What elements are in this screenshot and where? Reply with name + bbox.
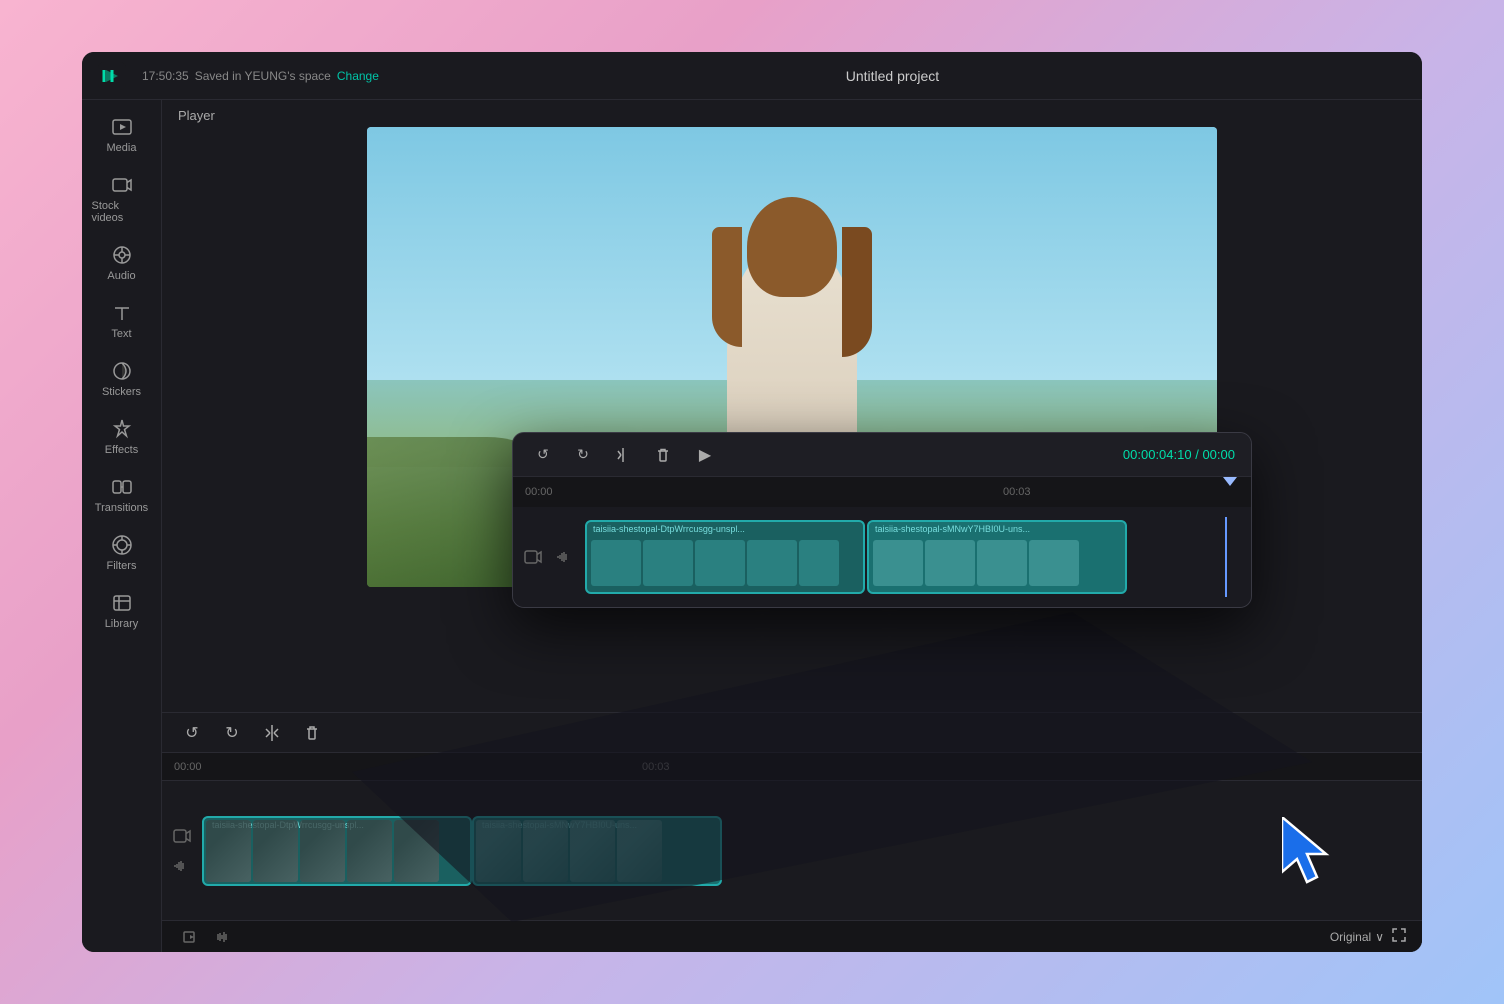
sidebar-item-audio[interactable]: Audio: [88, 236, 156, 290]
popup-play-button[interactable]: ▶: [689, 439, 721, 471]
popup-ruler-mark1: 00:00: [525, 486, 553, 498]
clip-1-thumbnails: [204, 818, 441, 884]
sidebar-item-stickers[interactable]: Stickers: [88, 352, 156, 406]
sidebar-label-stickers: Stickers: [102, 386, 141, 398]
popup-current-time: 00:00:04:10: [1123, 447, 1192, 462]
player-section: Player: [162, 100, 1422, 712]
sidebar-item-filters[interactable]: Filters: [88, 526, 156, 580]
popup-playhead-top: [1223, 477, 1237, 486]
stickers-icon: [111, 360, 133, 382]
filters-icon: [111, 534, 133, 556]
track-controls: [170, 824, 194, 878]
popup-undo-button[interactable]: ↺: [529, 441, 557, 469]
sidebar-item-text[interactable]: Text: [88, 294, 156, 348]
app-window: 17:50:35 Saved in YEUNG's space Change U…: [82, 52, 1422, 952]
zoom-popup: ↺ ↻ ▶ 00:00:04:10 / 00:00: [512, 432, 1252, 608]
popup-clip2-label: taisiia-shestopal-sMNwY7HBI0U-uns...: [869, 522, 1125, 536]
popup-clip1-label: taisiia-shestopal-DtpWrrcusgg-unspl...: [587, 522, 847, 536]
track-video-icon: [170, 824, 194, 848]
audio-icon: [111, 244, 133, 266]
top-bar: 17:50:35 Saved in YEUNG's space Change U…: [82, 52, 1422, 100]
fullscreen-button[interactable]: [1392, 928, 1406, 945]
bottom-bar-btn-2[interactable]: [210, 925, 234, 949]
popup-clip-2[interactable]: taisiia-shestopal-sMNwY7HBI0U-uns...: [867, 520, 1127, 594]
timeline-ruler: 00:00 00:03: [162, 753, 1422, 781]
cursor-arrow: [1282, 817, 1342, 892]
save-status: 17:50:35 Saved in YEUNG's space Change: [142, 69, 379, 83]
ruler-mark-1: 00:00: [174, 761, 202, 773]
track-clip-2[interactable]: taisiia-shestopal-sMNwY7HBI0U-uns...: [472, 816, 722, 886]
track-area: taisiia-shestopal-DtpWrrcusgg-unspl...: [202, 811, 1414, 891]
popup-track-audio-icon[interactable]: [553, 545, 577, 569]
timestamp: 17:50:35: [142, 69, 189, 83]
player-label: Player: [162, 100, 1422, 127]
effects-icon: [111, 418, 133, 440]
popup-delete-button[interactable]: [649, 441, 677, 469]
sidebar-label-library: Library: [105, 618, 139, 630]
popup-ruler-mark2: 00:03: [1003, 486, 1031, 498]
popup-playhead-line: [1225, 517, 1227, 597]
transitions-icon: [111, 476, 133, 498]
popup-ruler: 00:00 00:03: [513, 477, 1251, 507]
timeline-section: 00:00 00:03: [162, 752, 1422, 952]
sidebar-item-transitions[interactable]: Transitions: [88, 468, 156, 522]
chevron-down-icon: ∨: [1375, 930, 1384, 944]
sidebar-item-effects[interactable]: Effects: [88, 410, 156, 464]
original-label[interactable]: Original ∨: [1330, 930, 1384, 944]
popup-toolbar: ↺ ↻ ▶ 00:00:04:10 / 00:00: [513, 433, 1251, 477]
ruler-mark-2: 00:03: [642, 761, 670, 773]
sidebar-label-audio: Audio: [107, 270, 135, 282]
popup-clip-1[interactable]: taisiia-shestopal-DtpWrrcusgg-unspl...: [585, 520, 865, 594]
track-clip-1[interactable]: taisiia-shestopal-DtpWrrcusgg-unspl...: [202, 816, 472, 886]
track-audio-icon[interactable]: [170, 854, 194, 878]
popup-split-button[interactable]: [609, 441, 637, 469]
popup-redo-button[interactable]: ↻: [569, 441, 597, 469]
sidebar-label-text: Text: [111, 328, 131, 340]
sidebar-item-stock-videos[interactable]: Stock videos: [88, 166, 156, 232]
project-title: Untitled project: [379, 68, 1406, 84]
popup-track-area: taisiia-shestopal-DtpWrrcusgg-unspl... t…: [513, 507, 1251, 607]
popup-track: taisiia-shestopal-DtpWrrcusgg-unspl... t…: [585, 517, 1243, 597]
timeline-toolbar: ↺ ↻: [162, 712, 1422, 752]
sidebar-label-media: Media: [107, 142, 137, 154]
logo-icon: [98, 62, 126, 90]
sidebar-label-transitions: Transitions: [95, 502, 148, 514]
sidebar-label-effects: Effects: [105, 444, 138, 456]
sidebar: Media Stock videos Audio: [82, 100, 162, 952]
sidebar-label-stock: Stock videos: [92, 200, 152, 224]
timeline-content: taisiia-shestopal-DtpWrrcusgg-unspl...: [162, 781, 1422, 920]
stock-videos-icon: [111, 174, 133, 196]
original-text: Original: [1330, 930, 1371, 944]
player-container: [162, 127, 1422, 712]
sidebar-label-filters: Filters: [107, 560, 137, 572]
save-status-text: Saved in YEUNG's space: [195, 69, 331, 83]
bottom-bar: Original ∨: [162, 920, 1422, 952]
sidebar-item-library[interactable]: Library: [88, 584, 156, 638]
sidebar-item-media[interactable]: Media: [88, 108, 156, 162]
split-button[interactable]: [258, 719, 286, 747]
popup-time: 00:00:04:10 / 00:00: [1123, 447, 1235, 462]
delete-button[interactable]: [298, 719, 326, 747]
text-icon: [111, 302, 133, 324]
redo-button[interactable]: ↻: [218, 719, 246, 747]
library-icon: [111, 592, 133, 614]
undo-button[interactable]: ↺: [178, 719, 206, 747]
change-link[interactable]: Change: [337, 69, 379, 83]
popup-total-time: 00:00: [1202, 447, 1235, 462]
bottom-bar-btn-1[interactable]: [178, 925, 202, 949]
popup-track-video-icon: [521, 545, 545, 569]
media-icon: [111, 116, 133, 138]
